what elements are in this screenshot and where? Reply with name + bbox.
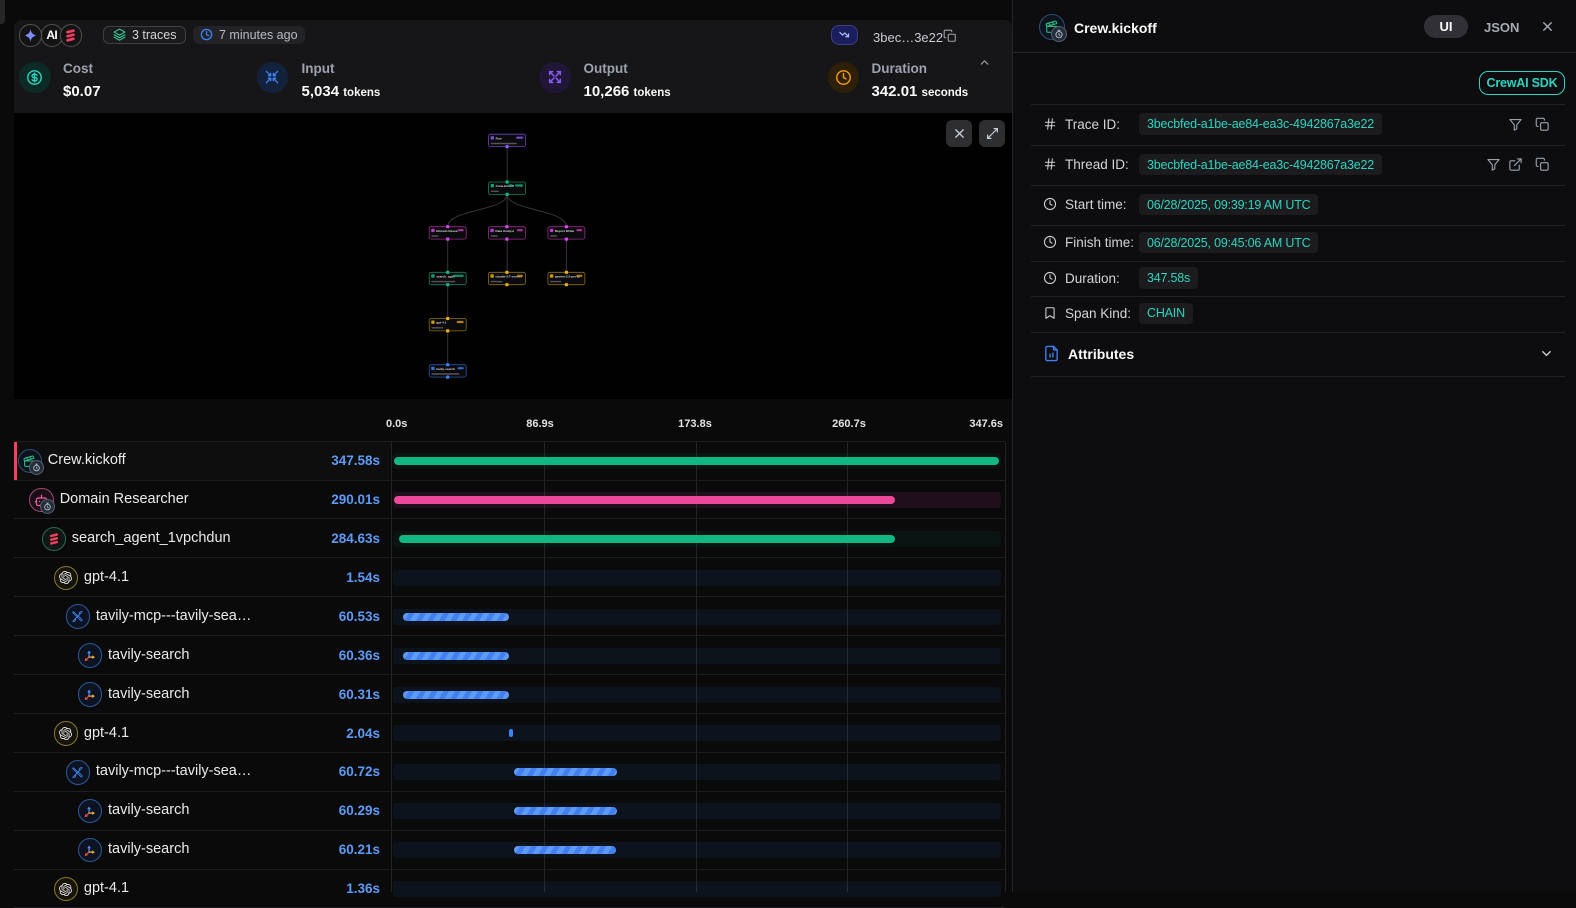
svg-text:Run: Run: [496, 136, 502, 140]
svg-text:tavily-search: tavily-search: [436, 367, 455, 371]
svg-text:Data Analyst: Data Analyst: [495, 229, 514, 233]
svg-text:search_agen: search_agen: [436, 274, 455, 278]
svg-text:gpt-4.1: gpt-4.1: [436, 321, 446, 325]
svg-text:Domain Resea: Domain Resea: [436, 229, 458, 233]
svg-text:Report Writer: Report Writer: [555, 229, 576, 233]
